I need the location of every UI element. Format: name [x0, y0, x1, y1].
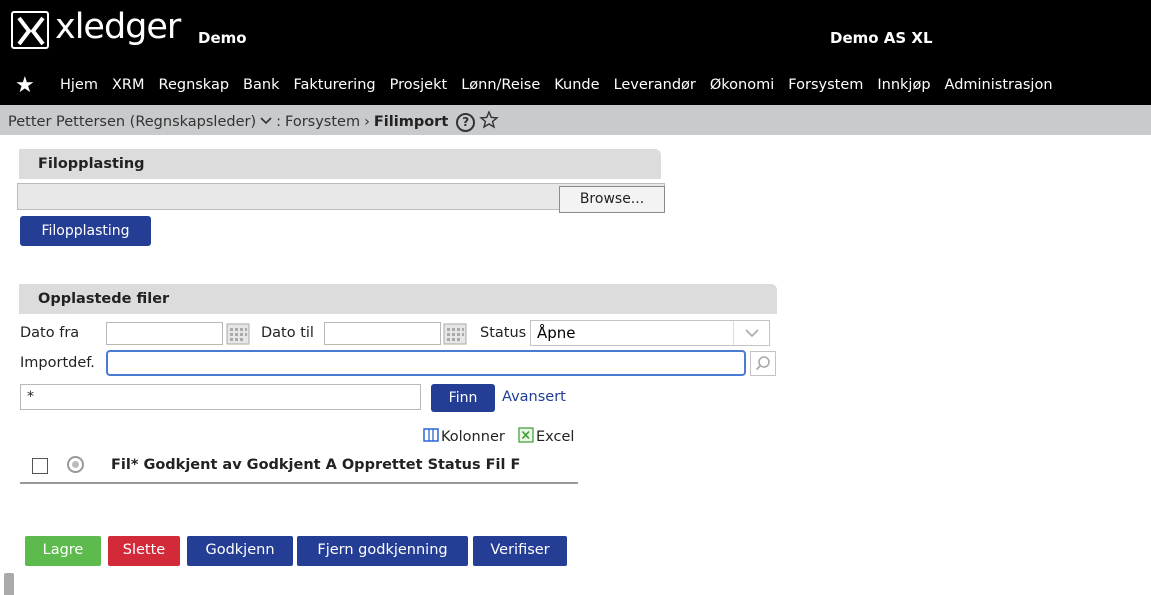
col-header-fil2[interactable]: Fil — [486, 457, 506, 473]
search-icon[interactable] — [750, 351, 776, 376]
col-header-status[interactable]: Status — [428, 457, 481, 473]
date-to-input[interactable] — [324, 322, 441, 345]
nav-item-innkjop[interactable]: Innkjøp — [877, 77, 930, 93]
company-name[interactable]: Demo — [198, 29, 247, 47]
advanced-search-link[interactable]: Avansert — [502, 389, 566, 405]
nav-item-kunde[interactable]: Kunde — [554, 77, 599, 93]
main-nav: ★ Hjem XRM Regnskap Bank Fakturering Pro… — [0, 67, 1151, 105]
col-header-godkjent[interactable]: Godkjent — [247, 457, 321, 473]
chevron-down-icon[interactable] — [733, 321, 769, 345]
breadcrumb-separator: : — [276, 114, 282, 130]
search-input[interactable]: * — [20, 384, 421, 410]
radio-icon[interactable] — [67, 456, 84, 473]
xledger-logo-icon[interactable] — [11, 11, 49, 49]
sidebar-toggle-handle[interactable] — [4, 573, 14, 595]
breadcrumb-module[interactable]: Forsystem — [285, 114, 360, 130]
nav-item-fakturering[interactable]: Fakturering — [293, 77, 375, 93]
status-label: Status — [480, 325, 527, 341]
uploaded-files-header: Opplastede filer — [19, 284, 777, 314]
files-table-header: Fil* Godkjent av Godkjent A Opprettet St… — [20, 451, 578, 484]
logo-wordmark[interactable]: xledger — [55, 5, 181, 49]
nav-item-prosjekt[interactable]: Prosjekt — [390, 77, 448, 93]
nav-item-hjem[interactable]: Hjem — [60, 77, 98, 93]
status-select[interactable]: Åpne — [530, 320, 770, 346]
date-to-label: Dato til — [261, 325, 314, 341]
nav-item-xrm[interactable]: XRM — [112, 77, 145, 93]
upload-section-header: Filopplasting — [19, 149, 661, 179]
col-header-opprettet[interactable]: Opprettet — [342, 457, 423, 473]
save-button[interactable]: Lagre — [25, 536, 101, 566]
col-header-fil[interactable]: Fil* — [111, 457, 138, 473]
col-header-godkjent-av[interactable]: Godkjent av — [143, 457, 241, 473]
favorite-star-icon[interactable] — [479, 110, 500, 134]
nav-item-bank[interactable]: Bank — [243, 77, 279, 93]
breadcrumb: Petter Pettersen (Regnskapsleder) : Fors… — [0, 105, 1151, 135]
breadcrumb-arrow: › — [364, 114, 370, 130]
find-button[interactable]: Finn — [431, 384, 495, 412]
col-header-a[interactable]: A — [326, 457, 337, 473]
chevron-down-icon[interactable] — [260, 114, 272, 130]
approve-button[interactable]: Godkjenn — [187, 536, 293, 566]
select-all-checkbox[interactable] — [32, 458, 48, 474]
date-from-label: Dato fra — [20, 325, 80, 341]
nav-item-forsystem[interactable]: Forsystem — [788, 77, 863, 93]
delete-button[interactable]: Slette — [108, 536, 180, 566]
nav-item-regnskap[interactable]: Regnskap — [159, 77, 230, 93]
page-title: Filimport — [373, 114, 449, 130]
excel-label: Excel — [536, 429, 575, 445]
columns-label: Kolonner — [441, 428, 505, 445]
importdef-label: Importdef. — [20, 355, 95, 371]
unapprove-button[interactable]: Fjern godkjenning — [297, 536, 468, 566]
top-header: xledger Demo Demo AS XL — [0, 0, 1151, 67]
excel-icon — [518, 427, 534, 447]
nav-item-okonomi[interactable]: Økonomi — [710, 77, 774, 93]
browse-button[interactable]: Browse... — [559, 186, 665, 213]
breadcrumb-user[interactable]: Petter Pettersen (Regnskapsleder) — [8, 114, 256, 130]
columns-toggle[interactable]: Kolonner — [423, 427, 505, 446]
col-header-f[interactable]: F — [510, 457, 520, 473]
upload-button[interactable]: Filopplasting — [20, 216, 151, 246]
nav-item-lonn-reise[interactable]: Lønn/Reise — [461, 77, 540, 93]
help-icon[interactable]: ? — [456, 112, 476, 132]
date-from-input[interactable] — [106, 322, 223, 345]
calendar-icon[interactable] — [443, 323, 467, 345]
nav-item-leverandor[interactable]: Leverandør — [614, 77, 696, 93]
columns-icon — [423, 427, 439, 446]
tenant-name[interactable]: Demo AS XL — [830, 29, 933, 47]
excel-export[interactable]: Excel — [518, 427, 574, 447]
calendar-icon[interactable] — [226, 323, 250, 345]
importdef-input[interactable] — [106, 350, 746, 376]
nav-item-administrasjon[interactable]: Administrasjon — [945, 77, 1053, 93]
favorites-star-icon[interactable]: ★ — [15, 75, 35, 97]
verify-button[interactable]: Verifiser — [473, 536, 567, 566]
status-select-value: Åpne — [537, 324, 576, 342]
